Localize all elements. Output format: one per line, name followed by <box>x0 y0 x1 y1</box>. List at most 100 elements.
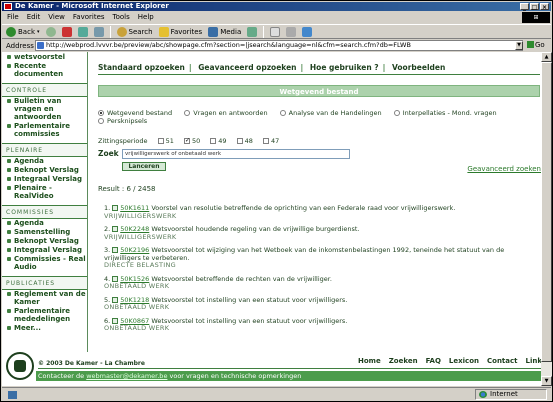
list-item: 1. 50K1611 Voorstel van resolutie betreff… <box>98 204 538 220</box>
footer-link-zoeken[interactable]: Zoeken <box>389 357 418 365</box>
forward-button[interactable] <box>45 26 56 38</box>
sidebar-item-reglement[interactable]: Reglement van de Kamer <box>2 290 87 307</box>
footer-link-links[interactable]: Links <box>526 357 542 365</box>
footer-link-contact[interactable]: Contact <box>487 357 518 365</box>
checkbox-icon <box>157 138 164 144</box>
checkbox-51[interactable]: 51 <box>157 137 174 145</box>
document-ref-link[interactable]: 50K1611 <box>120 204 149 212</box>
print-button[interactable] <box>286 26 297 38</box>
media-label: Media <box>220 27 242 36</box>
document-icon[interactable] <box>112 275 119 282</box>
sidebar-item-realvideo[interactable]: Plenaire - RealVideo <box>2 184 87 201</box>
back-arrow-icon <box>6 26 16 37</box>
nav-standaard-opzoeken[interactable]: Standaard opzoeken <box>98 63 185 72</box>
address-input[interactable]: http://webprod.lvvvr.be/preview/abc/show… <box>35 40 523 51</box>
sidebar-item-samenstelling[interactable]: Samenstelling <box>2 228 87 237</box>
footer-link-lexicon[interactable]: Lexicon <box>449 357 479 365</box>
checkbox-49[interactable]: 49 <box>210 137 227 145</box>
search-input[interactable]: vrijwilligerswerk of onbetaald werk <box>122 149 350 159</box>
menu-tools[interactable]: Tools <box>113 12 130 23</box>
sidebar: wetsvoorstel Recente documenten CONTROLE… <box>2 52 88 352</box>
sidebar-item-integraal-verslag[interactable]: Integraal Verslag <box>2 175 87 184</box>
scroll-thumb[interactable] <box>541 62 552 362</box>
sidebar-item-real-audio[interactable]: Commissies - Real Audio <box>2 255 87 272</box>
document-icon[interactable] <box>112 296 119 303</box>
document-icon[interactable] <box>112 205 119 211</box>
edit-icon <box>302 26 313 37</box>
forward-arrow-icon <box>45 26 56 37</box>
menu-view[interactable]: View <box>48 12 65 23</box>
star-icon <box>158 26 169 37</box>
webmaster-email-link[interactable]: webmaster@dekamer.be <box>86 372 167 380</box>
print-icon <box>286 26 297 37</box>
advanced-search-link[interactable]: Geavanceerd zoeken <box>467 165 541 173</box>
item-title: Wetsvoorstel houdende regeling van de vr… <box>151 225 360 233</box>
maximize-icon[interactable]: □ <box>530 3 539 11</box>
favorites-label: Favorites <box>170 27 203 36</box>
radio-selected-icon <box>98 110 104 116</box>
minimize-icon[interactable]: _ <box>520 3 529 11</box>
item-subject: ONBETAALD WERK <box>104 303 170 311</box>
sidebar-item-agenda[interactable]: Agenda <box>2 219 87 228</box>
document-ref-link[interactable]: 50K2248 <box>120 225 149 233</box>
menu-file[interactable]: File <box>7 12 19 23</box>
toolbar-separator <box>109 25 111 38</box>
document-icon[interactable] <box>112 226 119 232</box>
vertical-scrollbar[interactable]: ▲ ▼ <box>541 52 552 386</box>
stop-button[interactable] <box>61 26 72 38</box>
sidebar-item-bulletin[interactable]: Bulletin van vragen en antwoorden <box>2 97 87 122</box>
history-button[interactable] <box>247 26 258 38</box>
sidebar-item-meer[interactable]: Meer... <box>2 324 87 333</box>
security-zone: Internet <box>475 389 547 400</box>
sidebar-item-recente-documenten[interactable]: Recente documenten <box>2 62 87 79</box>
menu-edit[interactable]: Edit <box>27 12 41 23</box>
radio-vragen-antwoorden[interactable]: Vragen en antwoorden <box>184 109 268 117</box>
checkbox-48[interactable]: 48 <box>236 137 253 145</box>
nav-hoe-gebruiken[interactable]: Hoe gebruiken ? <box>310 63 379 72</box>
menu-help[interactable]: Help <box>138 12 154 23</box>
sidebar-item-integraal-verslag[interactable]: Integraal Verslag <box>2 246 87 255</box>
launch-button[interactable]: Lanceren <box>122 162 166 171</box>
radio-analyse-handelingen[interactable]: Analyse van de Handelingen <box>279 109 382 117</box>
menu-favorites[interactable]: Favorites <box>73 12 105 23</box>
search-button[interactable]: Search <box>116 26 153 38</box>
chevron-down-icon[interactable]: ▼ <box>515 41 523 50</box>
edit-button[interactable] <box>302 26 313 38</box>
close-icon[interactable]: × <box>540 3 549 11</box>
checkbox-47[interactable]: 47 <box>263 137 279 145</box>
document-icon[interactable] <box>112 317 119 324</box>
footer-link-faq[interactable]: FAQ <box>426 357 441 365</box>
document-icon[interactable] <box>112 247 119 253</box>
windows-logo-icon: ⊞ <box>522 12 550 23</box>
scroll-down-icon[interactable]: ▼ <box>541 376 552 386</box>
favorites-button[interactable]: Favorites <box>158 26 203 38</box>
go-button[interactable]: Go <box>527 40 545 51</box>
sidebar-item-commissies[interactable]: Parlementaire commissies <box>2 122 87 139</box>
sidebar-item-agenda[interactable]: Agenda <box>2 157 87 166</box>
scroll-up-icon[interactable]: ▲ <box>541 52 552 62</box>
mail-button[interactable] <box>270 26 281 38</box>
radio-interpellaties[interactable]: Interpellaties - Mond. vragen <box>393 109 497 117</box>
checkbox-50[interactable]: 50 <box>183 137 200 145</box>
nav-geavanceerd-opzoeken[interactable]: Geavanceerd opzoeken <box>198 63 296 72</box>
back-button[interactable]: Back ▾ <box>6 26 40 38</box>
radio-persknipsels[interactable]: Persknipsels <box>98 117 147 125</box>
item-subject: VRIJWILLIGERSWERK <box>104 232 177 241</box>
nav-voorbeelden[interactable]: Voorbeelden <box>392 63 445 72</box>
page-content: wetsvoorstel Recente documenten CONTROLE… <box>2 52 541 386</box>
checkbox-label: 51 <box>165 137 174 145</box>
radio-icon <box>393 110 400 116</box>
nav-underline <box>98 74 540 75</box>
sidebar-item-beknopt-verslag[interactable]: Beknopt Verslag <box>2 237 87 246</box>
section-banner: Wetgevend bestand <box>98 85 540 97</box>
footer-links: Home Zoeken FAQ Lexicon Contact Links <box>358 357 541 365</box>
radio-wetgevend-bestand[interactable]: Wetgevend bestand <box>98 109 172 117</box>
footer-link-home[interactable]: Home <box>358 357 381 365</box>
sidebar-item-wetsvoorstel[interactable]: wetsvoorstel <box>2 53 87 62</box>
home-button[interactable] <box>93 26 104 38</box>
media-button[interactable]: Media <box>208 26 241 38</box>
sidebar-item-beknopt-verslag[interactable]: Beknopt Verslag <box>2 166 87 175</box>
window-title: De Kamer - Microsoft Internet Explorer <box>15 2 169 10</box>
sidebar-item-mededelingen[interactable]: Parlementaire mededelingen <box>2 307 87 324</box>
refresh-button[interactable] <box>77 26 88 38</box>
